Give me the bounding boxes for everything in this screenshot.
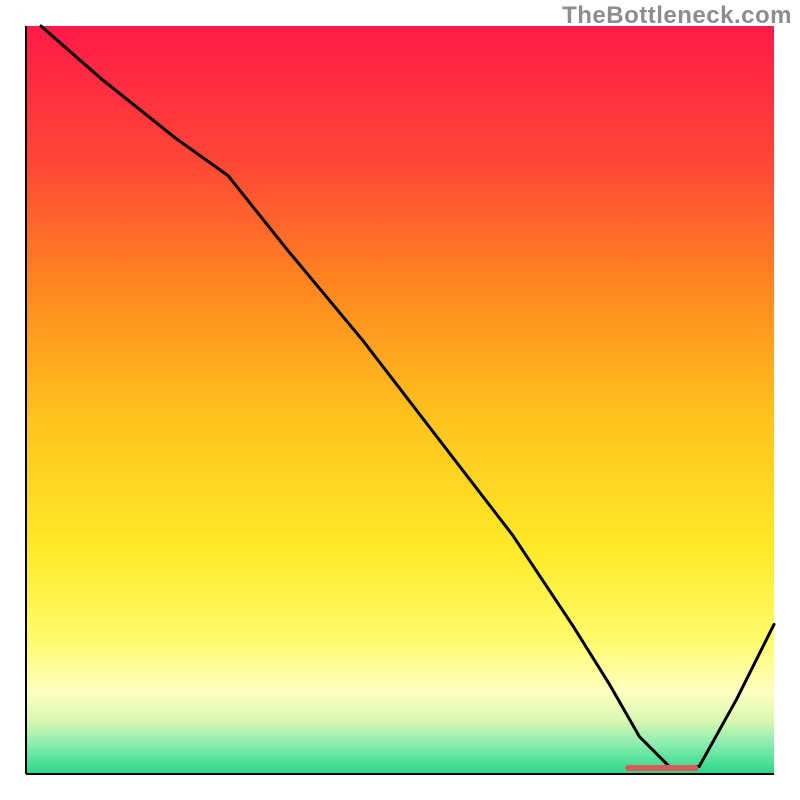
chart-frame: TheBottleneck.com xyxy=(0,0,800,800)
chart-svg xyxy=(0,0,800,800)
plot-background xyxy=(26,26,774,774)
